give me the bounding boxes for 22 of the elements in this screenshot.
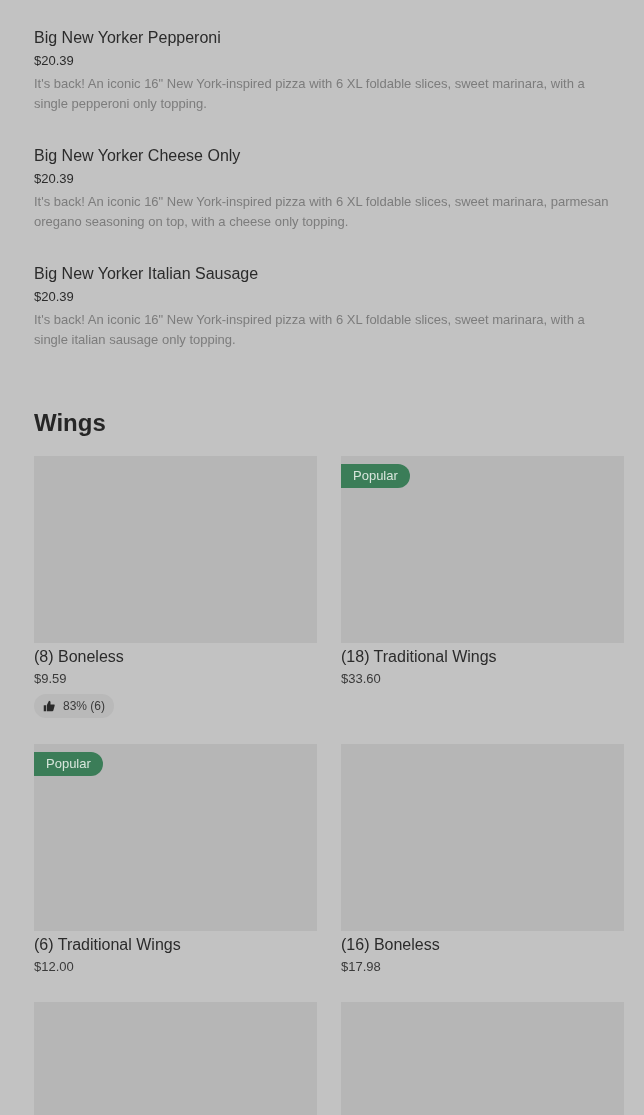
popular-badge: Popular: [34, 752, 103, 776]
item-name: (16) Boneless: [341, 935, 441, 955]
item-name: Big New Yorker Pepperoni: [34, 28, 222, 48]
item-price: $20.39: [34, 170, 75, 188]
item-description: It's back! An iconic 16" New York-inspired pizza with 6 XL foldable slices, sweet marinara, parmesan oregano seasoning on top, with a cheese only topping.: [34, 193, 610, 231]
section-heading: Wings: [34, 408, 107, 438]
popular-badge: Popular: [341, 464, 410, 488]
rating-chip: 83% (6): [34, 694, 115, 718]
item-price: $9.59: [34, 670, 68, 688]
thumbs-up-icon: [43, 700, 55, 712]
item-price: $12.00: [34, 958, 75, 976]
item-price: $20.39: [34, 288, 75, 306]
item-price: $17.98: [341, 958, 382, 976]
item-name: (8) Boneless: [34, 647, 125, 667]
item-name: (18) Traditional Wings: [341, 647, 498, 667]
item-name: Big New Yorker Cheese Only: [34, 146, 242, 166]
item-description: It's back! An iconic 16" New York-inspired pizza with 6 XL foldable slices, sweet marinara, with a single pepperoni only topping.: [34, 75, 586, 113]
item-price: $20.39: [34, 52, 75, 70]
item-description: It's back! An iconic 16" New York-inspired pizza with 6 XL foldable slices, sweet marinara, with a single italian sausage only topping.: [34, 311, 586, 349]
item-name: (6) Traditional Wings: [34, 935, 182, 955]
item-price: $33.60: [341, 670, 382, 688]
item-name: Big New Yorker Italian Sausage: [34, 264, 260, 284]
